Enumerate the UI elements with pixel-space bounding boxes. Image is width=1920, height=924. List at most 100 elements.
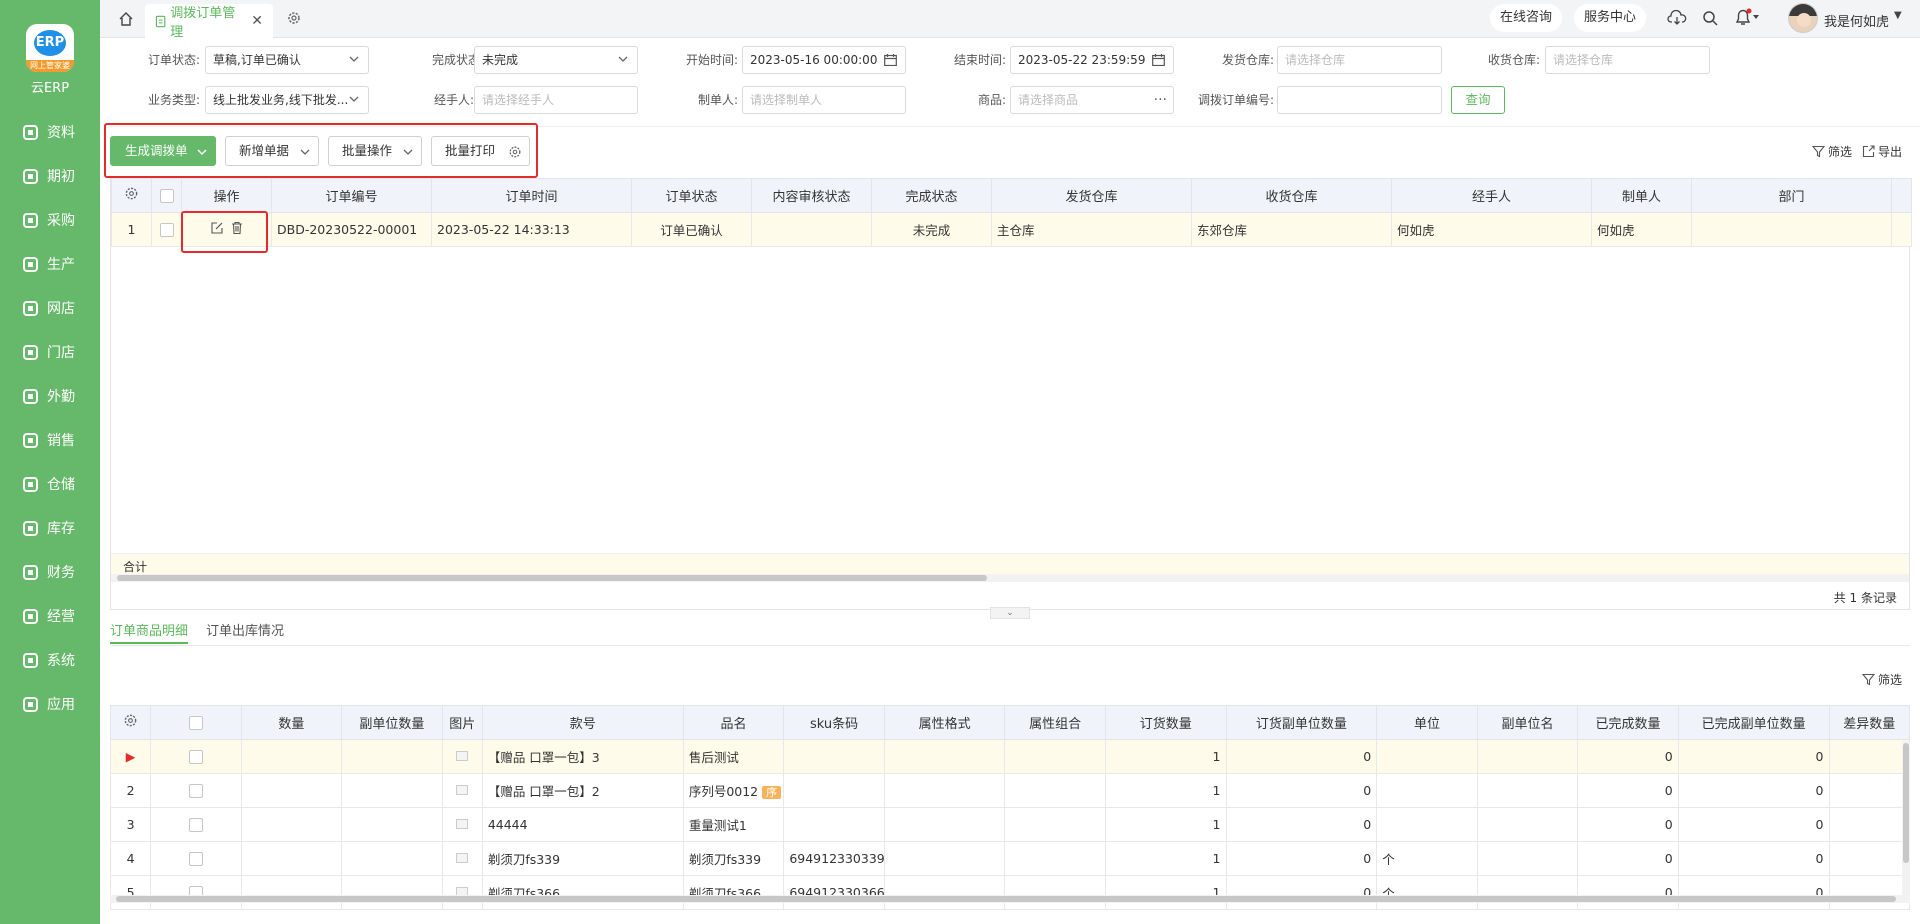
calendar-icon[interactable] — [1152, 54, 1165, 66]
generate-transfer-button[interactable]: 生成调拨单 — [110, 136, 216, 166]
bell-icon[interactable] — [1734, 8, 1760, 26]
quantity-cell[interactable] — [240, 739, 343, 774]
sidebar-item-9[interactable]: 仓储 — [22, 474, 75, 494]
column-header[interactable]: 图片 — [441, 705, 483, 740]
column-header[interactable]: 订单时间 — [431, 178, 632, 213]
order-number-input[interactable] — [1277, 86, 1442, 114]
column-header[interactable]: 品名 — [682, 705, 785, 740]
collapse-toggle[interactable]: ⌄ — [990, 607, 1030, 619]
sidebar-item-6[interactable]: 门店 — [22, 342, 75, 362]
column-header[interactable]: 完成状态 — [871, 178, 992, 213]
query-button[interactable]: 查询 — [1451, 86, 1505, 114]
quantity-cell[interactable] — [240, 875, 343, 910]
table-row[interactable]: 5 剃须刀fs366 剃须刀fs366 6949123303668 1 0 个 0 0 — [110, 875, 1910, 910]
vertical-scrollbar[interactable] — [1902, 741, 1910, 895]
quantity-cell[interactable] — [240, 841, 343, 876]
sub-unit-quantity-cell[interactable] — [341, 875, 443, 910]
row-checkbox[interactable] — [188, 818, 203, 833]
row-checkbox[interactable] — [159, 223, 174, 238]
goods-input[interactable]: 请选择商品 ··· — [1010, 86, 1174, 114]
column-header[interactable]: sku条码 — [783, 705, 885, 740]
sidebar-item-13[interactable]: 系统 — [22, 650, 75, 670]
scrollbar-thumb[interactable] — [116, 896, 1896, 902]
sub-unit-quantity-cell[interactable] — [341, 841, 443, 876]
order-status-select[interactable]: 草稿,订单已确认 — [205, 46, 369, 74]
column-header[interactable]: 差异数量 — [1828, 705, 1910, 740]
sidebar-item-3[interactable]: 采购 — [22, 210, 75, 230]
table-row[interactable]: ▶ 【赠品 口罩一包】3 售后测试 1 0 0 0 — [110, 739, 1910, 774]
close-icon[interactable]: ✕ — [251, 13, 263, 29]
horizontal-scrollbar[interactable] — [110, 895, 1910, 903]
horizontal-scrollbar[interactable] — [111, 574, 1909, 582]
service-center-link[interactable]: 服务中心 — [1574, 4, 1647, 32]
table-row[interactable]: 2 【赠品 口罩一包】2 序列号0012 序 1 0 0 0 — [110, 773, 1910, 808]
start-time-input[interactable]: 2023-05-16 00:00:00 — [742, 46, 906, 74]
column-header[interactable]: 已完成副单位数量 — [1677, 705, 1830, 740]
batch-print-button[interactable]: 批量打印 — [431, 136, 530, 166]
column-header[interactable]: 数量 — [240, 705, 343, 740]
sub-unit-quantity-cell[interactable] — [341, 807, 443, 842]
sub-unit-quantity-cell[interactable] — [341, 739, 443, 774]
filter-button[interactable]: 筛选 — [1812, 143, 1852, 160]
erp-logo[interactable]: ERP 网上管家婆 — [26, 24, 74, 72]
select-all-checkbox[interactable] — [188, 715, 203, 730]
tab-order-goods-detail[interactable]: 订单商品明细 — [110, 620, 189, 644]
sidebar-item-11[interactable]: 财务 — [22, 562, 75, 582]
table-row[interactable]: 3 44444 重量测试1 1 0 0 0 — [110, 807, 1910, 842]
end-time-input[interactable]: 2023-05-22 23:59:59 — [1010, 46, 1174, 74]
column-header[interactable]: 属性格式 — [883, 705, 1006, 740]
gear-icon[interactable] — [286, 10, 302, 26]
sidebar-item-2[interactable]: 期初 — [22, 166, 75, 186]
from-warehouse-input[interactable]: 请选择仓库 — [1277, 46, 1442, 74]
tab-order-outbound[interactable]: 订单出库情况 — [206, 620, 284, 644]
table-row[interactable]: 4 剃须刀fs339 剃须刀fs339 6949123303398 1 0 个 0 0 — [110, 841, 1910, 876]
sidebar-item-14[interactable]: 应用 — [22, 694, 75, 714]
sidebar-item-4[interactable]: 生产 — [22, 254, 75, 274]
column-header[interactable]: 制单人 — [1591, 178, 1692, 213]
row-checkbox[interactable] — [188, 852, 203, 867]
row-checkbox[interactable] — [188, 750, 203, 765]
column-header[interactable]: 内容审核状态 — [751, 178, 872, 213]
handler-input[interactable]: 请选择经手人 — [474, 86, 638, 114]
settings-column[interactable] — [110, 705, 152, 740]
settings-column[interactable] — [111, 178, 152, 213]
quantity-cell[interactable] — [240, 807, 343, 842]
home-icon[interactable] — [118, 11, 134, 27]
detail-filter-button[interactable]: 筛选 — [1862, 671, 1902, 688]
column-header[interactable]: 订货副单位数量 — [1225, 705, 1378, 740]
sidebar-item-5[interactable]: 网店 — [22, 298, 75, 318]
select-all-checkbox[interactable] — [159, 188, 174, 203]
chevron-down-icon[interactable]: ▼ — [1894, 10, 1902, 21]
column-header[interactable]: 单位 — [1376, 705, 1478, 740]
sidebar-item-7[interactable]: 外勤 — [22, 386, 75, 406]
gear-icon[interactable] — [508, 145, 522, 159]
column-header[interactable]: 发货仓库 — [991, 178, 1192, 213]
column-header[interactable]: 订单编号 — [271, 178, 432, 213]
gear-icon[interactable] — [124, 186, 139, 201]
cloud-download-icon[interactable] — [1667, 10, 1687, 26]
maker-input[interactable]: 请选择制单人 — [742, 86, 906, 114]
column-header[interactable]: 副单位数量 — [341, 705, 443, 740]
column-header[interactable]: 订单状态 — [631, 178, 752, 213]
avatar[interactable] — [1788, 3, 1818, 33]
search-icon[interactable] — [1702, 10, 1718, 26]
online-consult-link[interactable]: 在线咨询 — [1490, 4, 1563, 32]
user-name[interactable]: 我是何如虎 — [1824, 11, 1889, 30]
column-header[interactable]: 副单位名 — [1476, 705, 1579, 740]
column-header[interactable]: 已完成数量 — [1577, 705, 1679, 740]
sidebar-item-10[interactable]: 库存 — [22, 518, 75, 538]
column-header[interactable]: 操作 — [181, 178, 272, 213]
sidebar-item-12[interactable]: 经营 — [22, 606, 75, 626]
scrollbar-thumb[interactable] — [117, 575, 987, 581]
scrollbar-thumb[interactable] — [1903, 743, 1909, 863]
batch-operation-button[interactable]: 批量操作 — [328, 136, 422, 166]
calendar-icon[interactable] — [884, 54, 897, 66]
more-icon[interactable]: ··· — [1154, 87, 1167, 113]
column-header[interactable]: 订货数量 — [1104, 705, 1227, 740]
table-row[interactable]: 1 DBD-20230522-00001 2023-05-22 14:33:13… — [111, 212, 1912, 247]
to-warehouse-input[interactable]: 请选择仓库 — [1545, 46, 1710, 74]
column-header[interactable]: 部门 — [1691, 178, 1892, 213]
quantity-cell[interactable] — [240, 773, 343, 808]
sidebar-item-8[interactable]: 销售 — [22, 430, 75, 450]
sub-unit-quantity-cell[interactable] — [341, 773, 443, 808]
